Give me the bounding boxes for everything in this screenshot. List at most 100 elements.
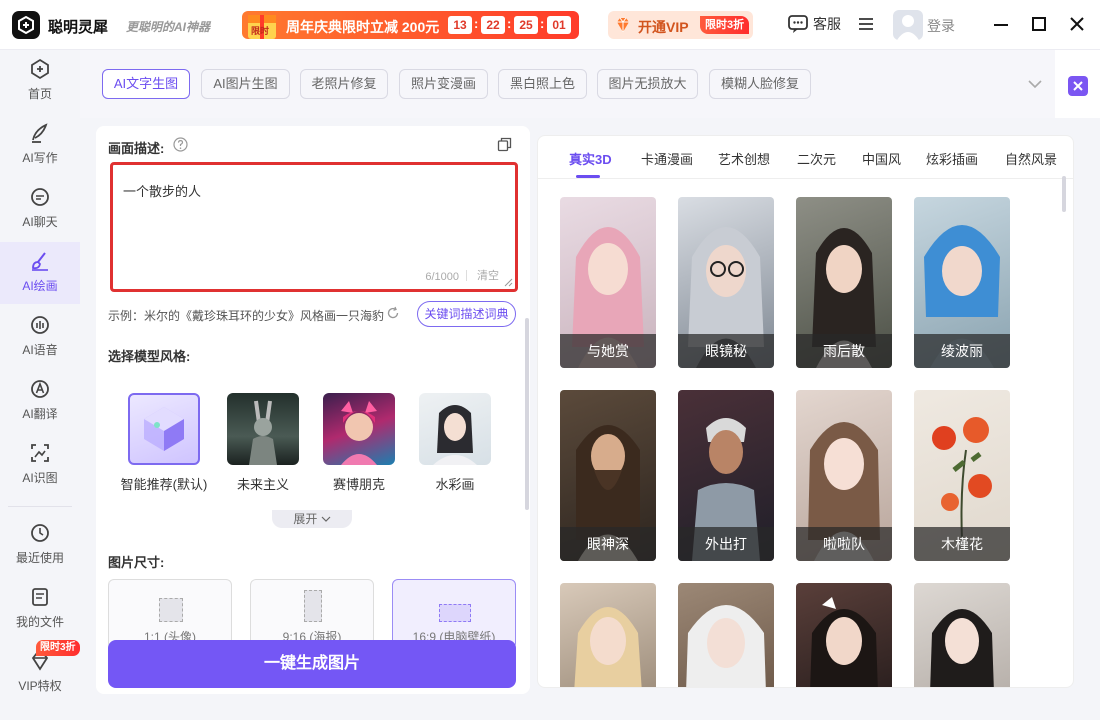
- gallery-card[interactable]: [914, 583, 1010, 687]
- home-icon: [31, 58, 49, 80]
- sidebar-item-recent[interactable]: 最近使用: [0, 514, 80, 576]
- category-landscape[interactable]: 自然风景: [1005, 149, 1057, 168]
- resize-handle-icon[interactable]: [503, 277, 513, 287]
- customer-service-button[interactable]: 客服: [787, 14, 841, 34]
- promo-banner[interactable]: 限时 周年庆典限时立减 200元 13 : 22 : 25 : 01: [242, 11, 579, 39]
- gallery-card[interactable]: 眼神深: [560, 390, 656, 561]
- left-scrollbar[interactable]: [525, 318, 529, 510]
- size-option-16-9[interactable]: 16:9 (电脑壁纸): [392, 579, 516, 649]
- category-chinese[interactable]: 中国风: [862, 149, 901, 168]
- size-option-1-1[interactable]: 1:1 (头像): [108, 579, 232, 649]
- tab-upscale[interactable]: 图片无损放大: [597, 69, 698, 99]
- minimize-icon[interactable]: [991, 14, 1011, 34]
- category-divider: [538, 178, 1073, 179]
- gallery-card[interactable]: 绫波丽: [914, 197, 1010, 368]
- promo-text: 周年庆典限时立减 200元: [286, 19, 440, 35]
- style-thumbnail: [419, 393, 491, 465]
- gallery-caption: 与她赏: [560, 334, 656, 368]
- tab-image-to-image[interactable]: AI图片生图: [201, 69, 290, 99]
- sidebar-divider: [8, 506, 72, 507]
- help-icon[interactable]: [173, 137, 188, 152]
- category-anime[interactable]: 二次元: [797, 149, 836, 168]
- diamond-icon: [617, 17, 629, 32]
- style-card-futurism[interactable]: 未来主义: [227, 393, 299, 493]
- countdown-separator: :: [474, 16, 479, 31]
- char-count: 6/1000: [425, 271, 459, 283]
- customer-service-label: 客服: [813, 16, 841, 32]
- sidebar-item-label: 最近使用: [15, 551, 64, 565]
- generate-image-button[interactable]: 一键生成图片: [108, 640, 516, 688]
- tab-text-to-image[interactable]: AI文字生图: [102, 69, 190, 99]
- category-illustration[interactable]: 炫彩插画: [926, 149, 978, 168]
- sidebar-item-label: AI写作: [22, 151, 58, 165]
- file-icon: [32, 588, 48, 606]
- open-vip-button[interactable]: 开通VIP 限时3折: [608, 11, 753, 39]
- style-card-watercolor[interactable]: 水彩画: [419, 393, 491, 493]
- close-panel-button[interactable]: [1068, 76, 1088, 96]
- countdown-seconds: 25: [514, 16, 538, 34]
- style-card-cyberpunk[interactable]: 赛博朋克: [323, 393, 395, 493]
- refresh-icon[interactable]: [386, 306, 400, 320]
- pen-icon: [32, 123, 48, 143]
- maximize-icon[interactable]: [1029, 14, 1049, 34]
- chevron-down-icon[interactable]: [1026, 75, 1044, 93]
- sidebar-item-ai-painting[interactable]: AI绘画: [0, 242, 80, 304]
- prompt-textarea[interactable]: 一个散步的人 6/1000 清空: [110, 162, 518, 292]
- category-cartoon[interactable]: 卡通漫画: [641, 149, 693, 168]
- tab-colorize[interactable]: 黑白照上色: [498, 69, 587, 99]
- size-square-icon: [159, 598, 183, 622]
- robot-rabbit-icon: [249, 400, 277, 465]
- chevron-down-icon: [321, 516, 331, 522]
- menu-icon[interactable]: [858, 16, 874, 32]
- clear-button[interactable]: 清空: [477, 267, 499, 283]
- image-size-label: 图片尺寸:: [108, 555, 165, 570]
- tab-photo-to-comic[interactable]: 照片变漫画: [399, 69, 488, 99]
- gallery-card[interactable]: 雨后散: [796, 197, 892, 368]
- copy-icon[interactable]: [497, 137, 512, 152]
- panel-close-area: [1055, 50, 1100, 118]
- category-art[interactable]: 艺术创想: [718, 149, 770, 168]
- sidebar-item-label: AI翻译: [22, 407, 58, 421]
- login-link[interactable]: 登录: [927, 16, 955, 36]
- keyword-dictionary-button[interactable]: 关键词描述词典: [417, 301, 516, 327]
- sidebar-item-ai-translate[interactable]: AI翻译: [0, 370, 80, 432]
- chat-bubble-icon: [788, 15, 808, 33]
- size-landscape-icon: [439, 604, 471, 622]
- sidebar-item-my-files[interactable]: 我的文件: [0, 578, 80, 640]
- countdown-minutes: 22: [481, 16, 505, 34]
- cyber-girl-icon: [341, 401, 377, 465]
- user-icon: [897, 15, 919, 40]
- gallery-card[interactable]: [796, 583, 892, 687]
- watercolor-girl-icon: [433, 405, 477, 465]
- vip-discount-badge: 限时3折: [700, 16, 750, 34]
- size-option-9-16[interactable]: 9:16 (海报): [250, 579, 374, 649]
- app-name: 聪明灵犀: [48, 19, 109, 36]
- sidebar-item-ai-recognize[interactable]: AI识图: [0, 434, 80, 496]
- close-icon[interactable]: [1067, 14, 1087, 34]
- gallery-caption: 绫波丽: [914, 334, 1010, 368]
- portrait-image: [810, 597, 878, 687]
- image-recognize-icon: [31, 444, 49, 462]
- gallery-card[interactable]: 啦啦队: [796, 390, 892, 561]
- gallery-caption: 眼镜秘: [678, 334, 774, 368]
- gallery-card[interactable]: 眼镜秘: [678, 197, 774, 368]
- tab-face-repair[interactable]: 模糊人脸修复: [709, 69, 811, 99]
- category-real-3d[interactable]: 真实3D: [569, 149, 612, 168]
- sidebar-item-label: 首页: [27, 87, 52, 101]
- sidebar-item-ai-voice[interactable]: AI语音: [0, 306, 80, 368]
- gallery-card[interactable]: [678, 583, 774, 687]
- promo-gift-word: 限时: [251, 26, 270, 36]
- expand-button[interactable]: 展开: [272, 510, 352, 528]
- gallery-scrollbar[interactable]: [1062, 176, 1066, 212]
- sidebar-item-ai-writing[interactable]: AI写作: [0, 114, 80, 176]
- gallery-card[interactable]: 与她赏: [560, 197, 656, 368]
- gallery-card[interactable]: 外出打: [678, 390, 774, 561]
- countdown-separator: :: [507, 16, 512, 31]
- sidebar-item-home[interactable]: 首页: [0, 50, 80, 112]
- tab-old-photo-repair[interactable]: 老照片修复: [300, 69, 388, 99]
- sidebar-item-ai-chat[interactable]: AI聊天: [0, 178, 80, 240]
- gallery-card[interactable]: [560, 583, 656, 687]
- avatar[interactable]: [893, 10, 923, 40]
- gallery-card[interactable]: 木槿花: [914, 390, 1010, 561]
- style-card-smart[interactable]: 智能推荐(默认): [121, 393, 207, 493]
